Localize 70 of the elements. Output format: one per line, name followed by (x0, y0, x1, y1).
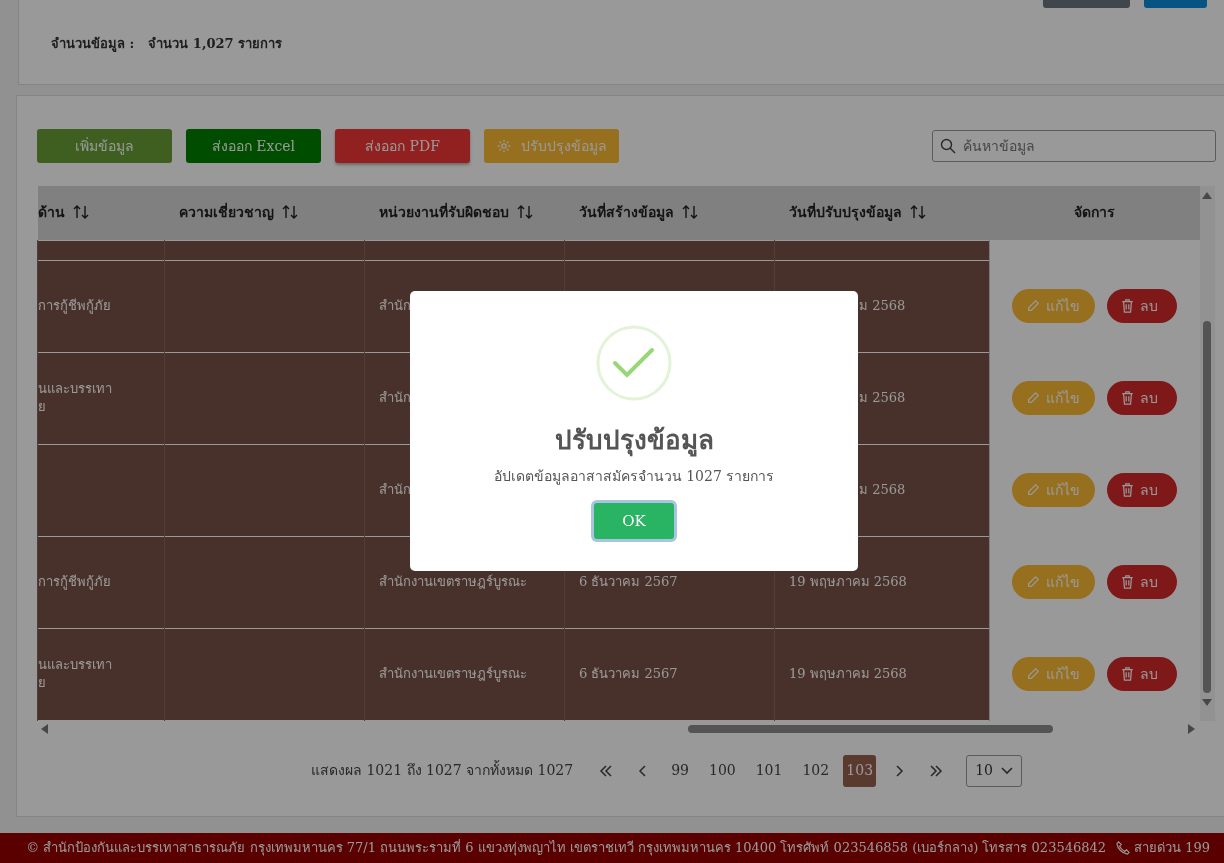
table-cell: สำนักงานเขตราษฎร์บูรณะ (379, 573, 527, 592)
trash-icon (1121, 391, 1135, 405)
summary-value: จำนวน 1,027 รายการ (148, 35, 283, 53)
sort-icon[interactable] (909, 204, 926, 221)
column-header[interactable]: วันที่สร้างข้อมูล (564, 186, 775, 240)
ok-button[interactable]: OK (594, 503, 674, 539)
table-cell: การกู้ชีพกู้ภัย (38, 297, 111, 316)
scroll-up-icon[interactable] (1202, 192, 1213, 199)
table-cell: ม 2568 (859, 389, 906, 408)
sort-icon[interactable] (72, 204, 89, 221)
column-header[interactable]: ด้าน (37, 186, 165, 240)
dialog-title: ปรับปรุงข้อมูล (554, 424, 714, 459)
page-button[interactable]: 102 (796, 754, 836, 787)
trash-icon (1121, 575, 1135, 589)
search-field[interactable]: ค้นหาข้อมูล (932, 130, 1216, 162)
first-page-icon (598, 764, 613, 777)
scroll-right-icon[interactable] (1188, 723, 1195, 734)
trash-icon (1121, 299, 1135, 313)
trash-icon (1121, 667, 1135, 681)
table-cell-text: นและบรรเทา ย (38, 655, 112, 692)
pagination-info: แสดงผล 1021 ถึง 1027 จากทั้งหมด 1027 (311, 760, 574, 780)
pencil-icon (1026, 667, 1041, 681)
table-cell-text: นและบรรเทา ย (38, 379, 112, 416)
hotline-text: สายด่วน 199 (1134, 839, 1210, 858)
delete-button[interactable]: ลบ (1107, 565, 1178, 599)
summary-label: จำนวนข้อมูล : (51, 35, 135, 54)
page-button[interactable]: 100 (702, 754, 742, 787)
sort-icon[interactable] (516, 204, 533, 221)
pencil-icon (1026, 575, 1041, 589)
checkmark-icon (596, 325, 672, 401)
pencil-icon (1026, 391, 1041, 405)
table-cell: สำนักงานเขตราษฎร์บูรณะ (379, 665, 527, 684)
delete-button[interactable]: ลบ (1107, 657, 1178, 691)
scroll-down-icon[interactable] (1202, 699, 1213, 706)
toolbar-button[interactable]: ส่งออก Excel (186, 129, 321, 163)
delete-button[interactable]: ลบ (1107, 289, 1178, 323)
page-button[interactable]: 101 (749, 754, 789, 787)
dialog-message: อัปเดตข้อมูลอาสาสมัครจำนวน 1027 รายการ (493, 467, 775, 487)
column-header[interactable]: ความเชี่ยวชาญ (164, 186, 365, 240)
page-button[interactable]: 99 (665, 754, 695, 787)
table-cell: 6 ธันวาคม 2567 (579, 573, 678, 592)
toolbar-button[interactable]: ส่งออก PDF (335, 129, 470, 163)
table-cell: 19 พฤษภาคม 2568 (789, 573, 907, 592)
column-header[interactable]: หน่วยงานที่รับผิดชอบ (364, 186, 565, 240)
pencil-icon (1026, 483, 1041, 497)
toolbar-button[interactable]: เพิ่มข้อมูล (37, 129, 172, 163)
scroll-left-icon[interactable] (41, 723, 48, 734)
caret-icon (1001, 766, 1014, 775)
table-cell: สำนัก (379, 297, 411, 316)
column-header: จัดการ (989, 186, 1200, 240)
table-cell: 19 พฤษภาคม 2568 (789, 665, 907, 684)
table-cell: การกู้ชีพกู้ภัย (38, 573, 111, 592)
table-cell: 6 ธันวาคม 2567 (579, 665, 678, 684)
page-button[interactable]: 103 (843, 754, 877, 787)
table-cell: สำนัก (379, 481, 411, 500)
pencil-icon (1026, 299, 1041, 313)
page-size-select[interactable]: 10 (966, 754, 1023, 787)
table-cell: สำนัก (379, 389, 411, 408)
phone-icon (1116, 841, 1131, 855)
column-header[interactable]: วันที่ปรับปรุงข้อมูล (774, 186, 990, 240)
sort-icon[interactable] (681, 204, 698, 221)
footer-text: © สำนักป้องกันและบรรเทาสาธารณภัย กรุงเทพมหานคร 77/1 ถนนพระรามที่ 6 แขวงทุ่งพญาไท เขตราชเทวี กรุงเทพมหานคร 10400 โทรศัพท์ 023546858 (เบอร์กลาง) โทรสาร 023546842 (26, 838, 1107, 858)
table-cell: ม 2568 (859, 481, 906, 500)
trash-icon (1121, 483, 1135, 497)
sort-icon[interactable] (281, 204, 298, 221)
gear-icon (496, 139, 511, 153)
delete-button[interactable]: ลบ (1107, 473, 1178, 507)
table-cell: ม 2568 (859, 297, 906, 316)
delete-button[interactable]: ลบ (1107, 381, 1178, 415)
last-page-icon (928, 764, 943, 777)
